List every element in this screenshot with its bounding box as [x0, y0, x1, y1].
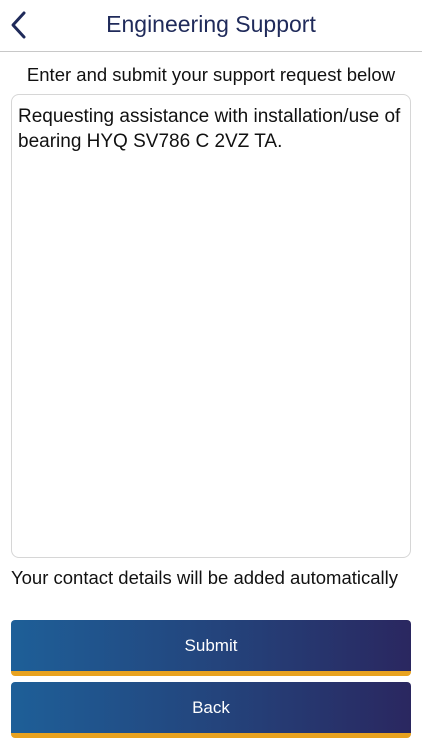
- support-request-textarea[interactable]: Requesting assistance with installation/…: [11, 94, 411, 558]
- submit-button[interactable]: Submit: [11, 620, 411, 676]
- nav-header: Engineering Support: [0, 0, 422, 52]
- contact-details-note: Your contact details will be added autom…: [11, 567, 399, 588]
- instruction-text: Enter and submit your support request be…: [26, 64, 396, 85]
- page-title: Engineering Support: [106, 11, 316, 37]
- back-button[interactable]: Back: [11, 682, 411, 738]
